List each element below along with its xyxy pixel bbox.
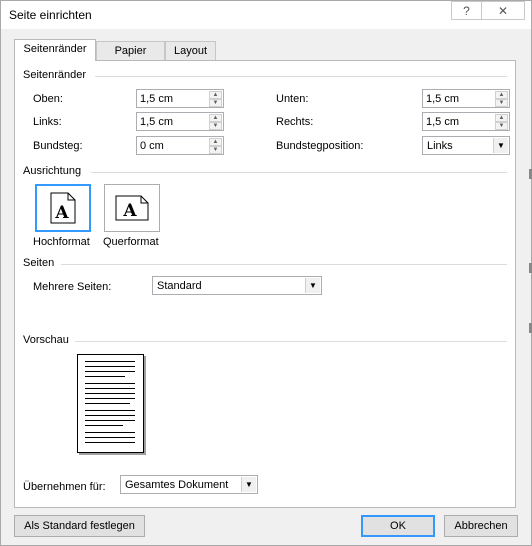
preview-line xyxy=(85,410,135,411)
gutter-position-value: Links xyxy=(427,140,453,152)
gutter-label: Bundsteg: xyxy=(33,140,83,152)
spin-up-icon[interactable]: ▲ xyxy=(209,114,222,122)
tab-panel: Seitenränder Oben: 1,5 cm ▲ ▼ Unten: 1,5 … xyxy=(14,60,516,508)
tab-paper[interactable]: Papier xyxy=(96,41,165,60)
preview-line xyxy=(85,393,135,394)
apply-to-value: Gesamtes Dokument xyxy=(125,479,229,491)
landscape-label[interactable]: Querformat xyxy=(103,236,159,248)
gutter-field[interactable]: 0 cm ▲ ▼ xyxy=(136,136,224,155)
right-margin-value: 1,5 cm xyxy=(426,116,460,128)
window-title: Seite einrichten xyxy=(9,8,92,22)
spin-up-icon[interactable]: ▲ xyxy=(495,114,508,122)
preview-line xyxy=(85,432,135,433)
orientation-divider xyxy=(91,172,507,173)
help-button[interactable]: ? xyxy=(451,1,482,20)
preview-divider xyxy=(75,341,507,342)
margins-section-title: Seitenränder xyxy=(23,69,86,81)
pages-section-title: Seiten xyxy=(23,257,55,269)
multiple-pages-value: Standard xyxy=(157,280,202,292)
close-button[interactable]: ✕ xyxy=(481,1,525,20)
gutter-position-select[interactable]: Links ▼ xyxy=(422,136,510,155)
top-margin-field[interactable]: 1,5 cm ▲ ▼ xyxy=(136,89,224,108)
chevron-down-icon[interactable]: ▼ xyxy=(493,138,508,153)
spin-down-icon[interactable]: ▼ xyxy=(209,122,222,130)
pages-divider xyxy=(61,264,507,265)
left-margin-value: 1,5 cm xyxy=(140,116,174,128)
preview-line xyxy=(85,371,135,372)
preview-line xyxy=(85,366,135,367)
margins-divider xyxy=(95,76,507,77)
multiple-pages-label: Mehrere Seiten: xyxy=(33,281,112,293)
orientation-section-title: Ausrichtung xyxy=(23,165,82,177)
preview-line xyxy=(85,442,135,443)
close-icon: ✕ xyxy=(497,3,509,18)
svg-text:A: A xyxy=(122,201,137,221)
preview-line xyxy=(85,388,135,389)
tab-layout[interactable]: Layout xyxy=(165,41,216,60)
preview-line xyxy=(85,376,125,377)
page-setup-dialog: Seite einrichten ? ✕ Seitenränder Papier… xyxy=(0,0,532,546)
landscape-option[interactable]: A xyxy=(104,184,160,232)
cancel-button[interactable]: Abbrechen xyxy=(444,515,518,537)
svg-text:A: A xyxy=(54,203,69,223)
spin-up-icon[interactable]: ▲ xyxy=(209,138,222,146)
apply-to-select[interactable]: Gesamtes Dokument ▼ xyxy=(120,475,258,494)
preview-line xyxy=(85,398,135,399)
spin-up-icon[interactable]: ▲ xyxy=(495,91,508,99)
left-margin-label: Links: xyxy=(33,116,62,128)
help-icon: ? xyxy=(463,3,470,18)
spin-down-icon[interactable]: ▼ xyxy=(209,99,222,107)
right-margin-field[interactable]: 1,5 cm ▲ ▼ xyxy=(422,112,510,131)
preview-section-title: Vorschau xyxy=(23,334,69,346)
preview-line xyxy=(85,425,123,426)
spin-down-icon[interactable]: ▼ xyxy=(495,122,508,130)
preview-line xyxy=(85,420,135,421)
top-margin-label: Oben: xyxy=(33,93,63,105)
preview-line xyxy=(85,415,135,416)
preview-line xyxy=(85,383,135,384)
landscape-page-icon: A xyxy=(115,195,149,221)
bottom-margin-field[interactable]: 1,5 cm ▲ ▼ xyxy=(422,89,510,108)
bottom-margin-value: 1,5 cm xyxy=(426,93,460,105)
tab-margins[interactable]: Seitenränder xyxy=(14,39,96,61)
gutter-value: 0 cm xyxy=(140,140,164,152)
left-margin-field[interactable]: 1,5 cm ▲ ▼ xyxy=(136,112,224,131)
page-preview xyxy=(77,354,144,453)
chevron-down-icon[interactable]: ▼ xyxy=(241,477,256,492)
set-as-default-button[interactable]: Als Standard festlegen xyxy=(14,515,145,537)
gutter-position-label: Bundstegposition: xyxy=(276,140,364,152)
spin-up-icon[interactable]: ▲ xyxy=(209,91,222,99)
bottom-margin-label: Unten: xyxy=(276,93,309,105)
apply-to-label: Übernehmen für: xyxy=(23,481,106,493)
portrait-page-icon: A xyxy=(50,192,76,224)
portrait-option[interactable]: A xyxy=(35,184,91,232)
portrait-label[interactable]: Hochformat xyxy=(33,236,90,248)
preview-line xyxy=(85,403,130,404)
preview-line xyxy=(85,437,135,438)
spin-down-icon[interactable]: ▼ xyxy=(495,99,508,107)
right-margin-label: Rechts: xyxy=(276,116,314,128)
top-margin-value: 1,5 cm xyxy=(140,93,174,105)
ok-button[interactable]: OK xyxy=(361,515,435,537)
multiple-pages-select[interactable]: Standard ▼ xyxy=(152,276,322,295)
preview-line xyxy=(85,361,135,362)
title-bar: Seite einrichten ? ✕ xyxy=(1,1,531,29)
spin-down-icon[interactable]: ▼ xyxy=(209,146,222,154)
chevron-down-icon[interactable]: ▼ xyxy=(305,278,320,293)
